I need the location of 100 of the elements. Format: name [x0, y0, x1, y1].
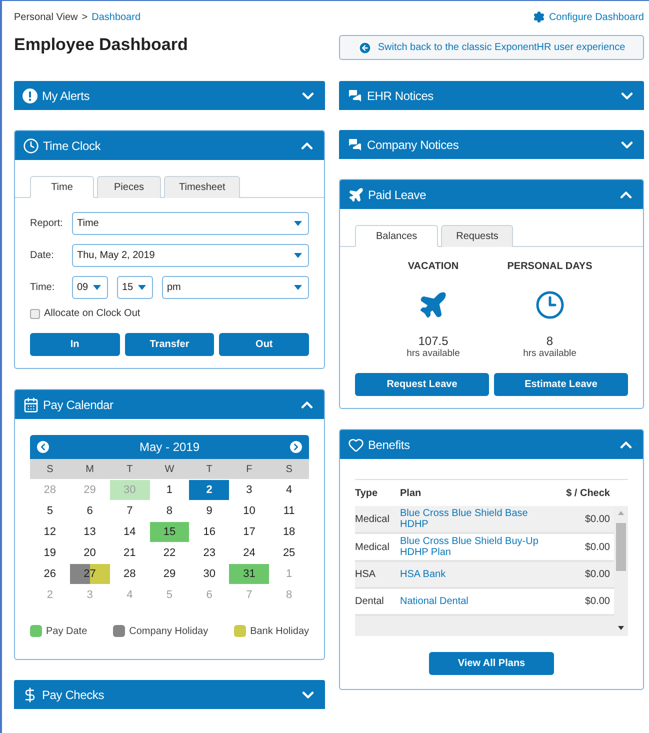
table-cell-text: $0.00 [584, 596, 611, 607]
leave-button[interactable]: Request Leave [355, 373, 489, 396]
balance-amount: 107.5 [418, 334, 448, 348]
switch-classic-button[interactable]: Switch back to the classic ExponentHR user experience [339, 35, 644, 60]
calendar-day[interactable]: 2 [189, 480, 230, 500]
panel-header[interactable]: Company Notices [339, 130, 644, 159]
calendar-day[interactable]: 5 [30, 501, 70, 521]
checkbox[interactable] [30, 308, 40, 318]
calendar-day[interactable]: 7 [110, 501, 150, 521]
tab[interactable]: Time [30, 176, 94, 198]
tab[interactable]: Requests [441, 225, 514, 247]
view-all-plans-button[interactable]: View All Plans [429, 652, 554, 675]
calendar-day[interactable]: 31 [229, 564, 270, 584]
table-cell-text: Medical [355, 542, 390, 552]
tab[interactable]: Pieces [97, 176, 161, 198]
panel-title: Pay Checks [42, 688, 106, 702]
calendar-day[interactable]: 17 [229, 522, 270, 542]
calendar-day[interactable]: 25 [269, 543, 309, 563]
calendar-day[interactable]: 13 [70, 522, 110, 542]
calendar-day[interactable]: 3 [229, 480, 270, 500]
calendar-day[interactable]: 24 [229, 543, 270, 563]
calendar-day[interactable]: 21 [110, 543, 150, 563]
column-header: Type [355, 488, 379, 498]
calendar-day[interactable]: 8 [150, 501, 190, 521]
next-month-icon[interactable] [288, 439, 304, 455]
calendar-month: May - 2019 [139, 440, 200, 454]
table-cell-text: Medical [355, 514, 390, 524]
panel-title: Time Clock [43, 138, 102, 152]
clock-button[interactable]: Out [219, 333, 309, 356]
calendar-day[interactable]: 22 [150, 543, 190, 563]
calendar-day[interactable]: 6 [70, 501, 110, 521]
calendar-day[interactable]: 30 [189, 564, 230, 584]
panel-header[interactable]: Pay Calendar [15, 390, 324, 419]
calendar-day[interactable]: 16 [189, 522, 230, 542]
previous-month-icon[interactable] [35, 439, 51, 455]
calendar-day[interactable]: 23 [189, 543, 230, 563]
plane-icon [348, 186, 364, 202]
balance-amount: 8 [546, 334, 554, 348]
legend-label: Company Holiday [129, 626, 208, 636]
calendar-day[interactable]: 1 [150, 480, 190, 500]
weekday-label: S [269, 459, 309, 479]
period-select[interactable]: pm [162, 276, 309, 299]
breadcrumb-link[interactable]: Dashboard [92, 12, 141, 22]
table-cell-text: $0.00 [584, 514, 611, 524]
calendar-day[interactable]: 11 [269, 501, 309, 521]
date-select[interactable]: Thu, May 2, 2019 [72, 244, 309, 267]
plan-link[interactable]: Blue Cross Blue Shield Buy-Up HDHP Plan [400, 536, 554, 558]
table-cell-text: HSA [355, 569, 377, 580]
calendar-day[interactable]: 10 [229, 501, 270, 521]
panel-header[interactable]: Paid Leave [340, 180, 643, 209]
calendar-day[interactable]: 15 [150, 522, 190, 542]
panel-header[interactable]: Benefits [340, 430, 643, 459]
calendar-day[interactable]: 14 [110, 522, 150, 542]
calendar-day[interactable]: 29 [150, 564, 190, 584]
panel-header[interactable]: Pay Checks [14, 680, 325, 709]
leave-button[interactable]: Estimate Leave [494, 373, 628, 396]
plan-link[interactable]: National Dental [400, 596, 554, 607]
plan-link[interactable]: HSA Bank [400, 569, 554, 580]
balance-name: PERSONAL DAYS [507, 261, 592, 272]
report-select[interactable]: Time [72, 212, 309, 235]
calendar-day[interactable]: 19 [30, 543, 70, 563]
panel-header[interactable]: EHR Notices [339, 81, 644, 110]
chat-bubbles-icon [347, 136, 363, 152]
column-header: $ / Check [565, 488, 611, 498]
field-label: Report: [30, 218, 64, 229]
legend-label: Bank Holiday [250, 626, 309, 636]
balance-unit: hrs available [523, 348, 576, 359]
clock-button[interactable]: Transfer [124, 333, 214, 356]
table-cell-text: $0.00 [584, 542, 611, 552]
panel-header[interactable]: Time Clock [15, 131, 324, 160]
balance-name: VACATION [408, 261, 459, 272]
caret-icon [138, 285, 146, 290]
weekday-label: T [110, 459, 150, 479]
settings-icon [532, 11, 545, 23]
configure-dashboard-link[interactable]: Configure Dashboard [532, 9, 644, 25]
calendar-day[interactable]: 18 [269, 522, 309, 542]
hour-select[interactable]: 09 [72, 276, 108, 299]
calendar-day[interactable]: 12 [30, 522, 70, 542]
panel-title: My Alerts [42, 88, 91, 102]
calendar-day[interactable]: 28 [110, 564, 150, 584]
table-cell-text: Dental [355, 596, 385, 607]
checkbox-label: Allocate on Clock Out [44, 308, 140, 319]
tab[interactable]: Balances [355, 225, 438, 247]
tab[interactable]: Timesheet [164, 176, 240, 198]
calendar-day[interactable]: 20 [70, 543, 110, 563]
panel-title: Pay Calendar [43, 398, 114, 412]
calendar-day[interactable]: 26 [30, 564, 70, 584]
calendar-day[interactable]: 4 [269, 480, 309, 500]
clock-button[interactable]: In [30, 333, 120, 356]
panel-header[interactable]: My Alerts [14, 81, 325, 110]
legend-label: Pay Date [46, 626, 88, 636]
calendar-day[interactable]: 9 [189, 501, 230, 521]
weekday-label: T [189, 459, 230, 479]
breadcrumb-separator: > [82, 12, 88, 22]
alert-icon [22, 88, 38, 104]
field-label: Date: [30, 250, 55, 261]
panel-title: Paid Leave [368, 188, 428, 202]
minute-select[interactable]: 15 [117, 276, 153, 299]
plan-link[interactable]: Blue Cross Blue Shield Base HDHP [400, 508, 554, 530]
weekday-label: W [150, 459, 190, 479]
